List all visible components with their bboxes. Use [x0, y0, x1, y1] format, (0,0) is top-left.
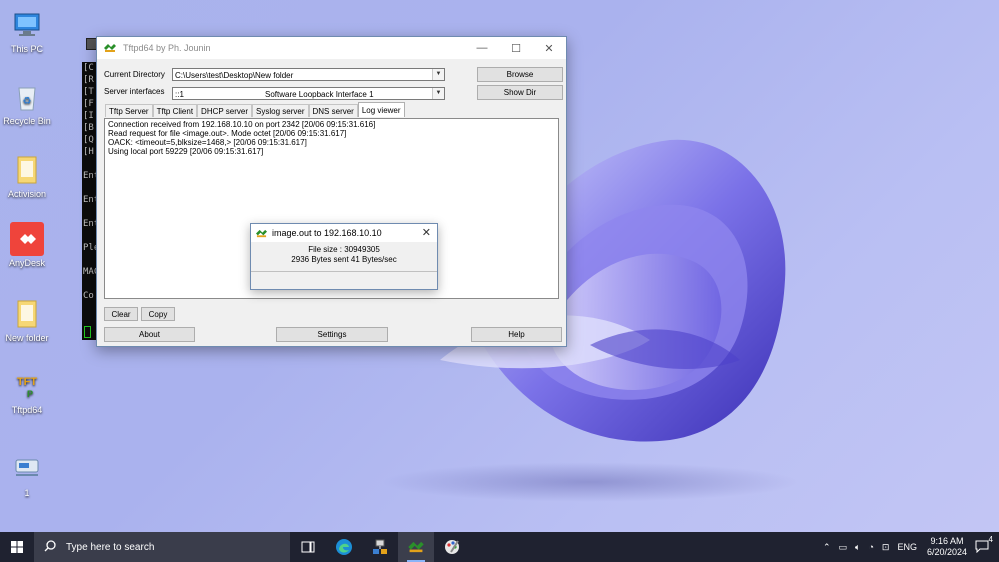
- log-line: Using local port 59229 [20/06 09:15:31.6…: [108, 147, 264, 156]
- tftpd64-window: Tftpd64 by Ph. Jounin — ☐ ✕ Current Dire…: [96, 36, 567, 347]
- taskbar-app[interactable]: [434, 532, 470, 562]
- tab-dhcp-server[interactable]: DHCP server: [197, 104, 253, 117]
- clock-date: 6/20/2024: [926, 547, 967, 557]
- log-line: OACK: <timeout=5,blksize=1468,> [20/06 0…: [108, 138, 307, 147]
- taskbar-network-app[interactable]: [362, 532, 398, 562]
- tftpd64-icon: [408, 541, 424, 553]
- about-button[interactable]: About: [104, 327, 195, 342]
- chevron-down-icon[interactable]: ▼: [432, 69, 444, 80]
- server-interface-name: Software Loopback Interface 1: [265, 90, 374, 99]
- clear-button[interactable]: Clear: [104, 307, 138, 321]
- language-indicator[interactable]: ENG: [897, 542, 917, 552]
- notification-badge: 4: [988, 535, 993, 544]
- current-directory-label: Current Directory: [104, 70, 165, 79]
- svg-text:TFT: TFT: [17, 376, 37, 388]
- window-title: Tftpd64 by Ph. Jounin: [123, 43, 211, 53]
- task-view-button[interactable]: [290, 532, 326, 562]
- tab-syslog-server[interactable]: Syslog server: [252, 104, 309, 117]
- close-icon[interactable]: ✕: [422, 226, 431, 239]
- network-app-icon: [373, 539, 387, 554]
- chevron-up-icon[interactable]: ⌃: [823, 542, 831, 553]
- maximize-button[interactable]: ☐: [500, 37, 532, 59]
- desktop-icon-recycle-bin[interactable]: ♻ Recycle Bin: [0, 80, 59, 126]
- anydesk-icon: [10, 222, 44, 256]
- server-interface-ip: ::1: [175, 90, 184, 99]
- paint-app-icon: [445, 540, 459, 554]
- svg-text:P: P: [27, 389, 33, 399]
- minimize-button[interactable]: —: [466, 37, 498, 59]
- close-button[interactable]: ✕: [533, 37, 565, 59]
- tab-tftp-client[interactable]: Tftp Client: [152, 104, 198, 117]
- clock-time: 9:16 AM: [930, 536, 964, 546]
- copy-button[interactable]: Copy: [141, 307, 175, 321]
- wifi-icon[interactable]: ◔: [868, 542, 873, 552]
- battery-icon[interactable]: ▭: [839, 542, 848, 553]
- help-button[interactable]: Help: [471, 327, 562, 342]
- folder-icon: [10, 153, 44, 187]
- desktop-icon-anydesk[interactable]: AnyDesk: [0, 222, 59, 268]
- task-view-icon: [301, 541, 315, 553]
- clock[interactable]: 9:16 AM 6/20/2024: [927, 536, 967, 558]
- search-box[interactable]: Type here to search: [34, 532, 290, 562]
- edge-icon: [336, 539, 352, 555]
- current-directory-value: C:\Users\test\Desktop\New folder: [175, 71, 294, 80]
- transfer-dialog: image.out to 192.168.10.10 ✕ File size :…: [250, 223, 438, 290]
- tab-bar: Tftp Server Tftp Client DHCP server Sysl…: [105, 102, 405, 118]
- transfer-progress-text: 2936 Bytes sent 41 Bytes/sec: [291, 255, 397, 264]
- notification-icon: [975, 540, 989, 554]
- transfer-dialog-titlebar[interactable]: image.out to 192.168.10.10 ✕: [251, 224, 437, 242]
- console-cursor: [84, 326, 91, 338]
- desktop-icon-activision[interactable]: Activision: [0, 153, 59, 199]
- volume-icon[interactable]: 🔈︎: [855, 542, 860, 553]
- show-dir-button[interactable]: Show Dir: [477, 85, 563, 100]
- desktop-icon-tftpd64[interactable]: TFT P Tftpd64: [0, 369, 59, 415]
- log-line: Connection received from 192.168.10.10 o…: [108, 120, 376, 129]
- settings-button[interactable]: Settings: [276, 327, 388, 342]
- recycle-bin-icon: ♻: [10, 80, 44, 114]
- taskbar-edge[interactable]: [326, 532, 362, 562]
- svg-text:♻: ♻: [23, 96, 32, 107]
- file-size-text: File size : 30949305: [308, 245, 380, 254]
- server-interfaces-combo[interactable]: ::1 Software Loopback Interface 1 ▼: [172, 87, 445, 100]
- tftpd64-app-icon: [104, 44, 116, 52]
- taskbar: Type here to search ⌃ ▭ 🔈︎ ◔ ⊡ ENG 9:16 …: [0, 532, 999, 562]
- search-icon: [44, 539, 56, 555]
- notification-button[interactable]: 4: [975, 535, 993, 555]
- desktop-icon-this-pc[interactable]: This PC: [0, 8, 59, 54]
- start-button[interactable]: [0, 532, 34, 562]
- tftpd64-icon: TFT P: [10, 369, 44, 403]
- desktop-icon-1[interactable]: 1: [0, 452, 59, 498]
- tab-log-viewer[interactable]: Log viewer: [357, 102, 405, 117]
- tftpd64-app-icon: [256, 229, 267, 237]
- current-directory-combo[interactable]: C:\Users\test\Desktop\New folder ▼: [172, 68, 445, 81]
- system-tray: ⌃ ▭ 🔈︎ ◔ ⊡ ENG 9:16 AM 6/20/2024 4: [819, 532, 999, 562]
- transfer-progress-bar: [251, 271, 437, 288]
- folder-icon: [10, 297, 44, 331]
- search-placeholder: Type here to search: [66, 541, 155, 553]
- network-drive-icon: [10, 452, 44, 486]
- taskbar-tftpd64[interactable]: [398, 532, 434, 562]
- desktop-icon-new-folder[interactable]: New folder: [0, 297, 59, 343]
- transfer-dialog-title: image.out to 192.168.10.10: [272, 228, 382, 238]
- computer-icon: [10, 8, 44, 42]
- window-titlebar[interactable]: Tftpd64 by Ph. Jounin — ☐ ✕: [97, 37, 566, 59]
- tab-tftp-server[interactable]: Tftp Server: [105, 104, 153, 117]
- log-line: Read request for file <image.out>. Mode …: [108, 129, 347, 138]
- browse-button[interactable]: Browse: [477, 67, 563, 82]
- security-icon[interactable]: ⊡: [882, 542, 890, 553]
- tab-dns-server[interactable]: DNS server: [308, 104, 358, 117]
- server-interfaces-label: Server interfaces: [104, 87, 165, 96]
- chevron-down-icon[interactable]: ▼: [432, 88, 444, 99]
- windows-logo-icon: [11, 541, 23, 553]
